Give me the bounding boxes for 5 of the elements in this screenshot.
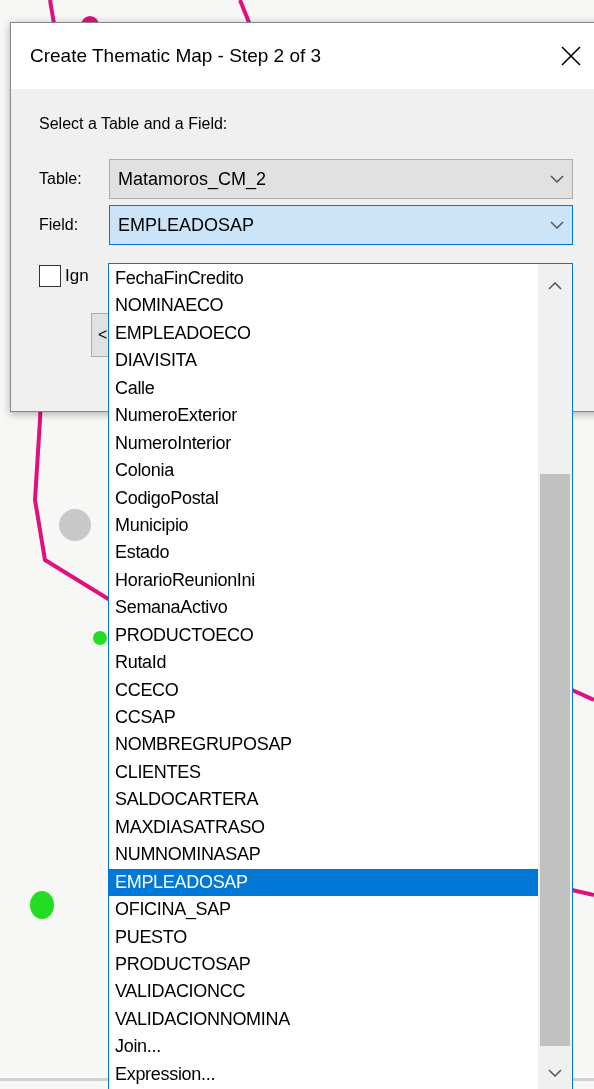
instruction-text: Select a Table and a Field:: [39, 115, 229, 134]
window-title: Create Thematic Map - Step 2 of 3: [30, 45, 322, 67]
field-label: Field:: [39, 216, 80, 234]
checkbox-label: Ign: [65, 266, 89, 286]
table-label: Table:: [39, 170, 83, 188]
